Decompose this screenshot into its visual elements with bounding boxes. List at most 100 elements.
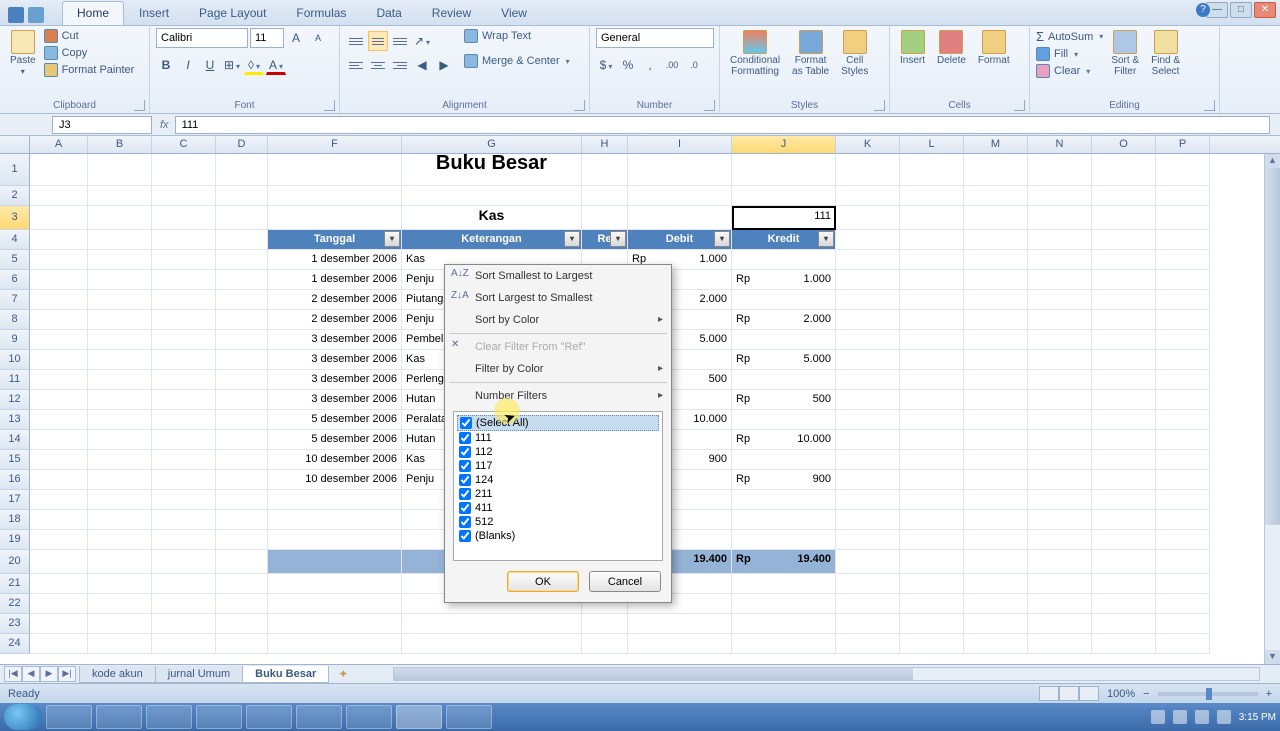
close-button[interactable]: ✕ [1254,2,1276,18]
cell[interactable] [216,614,268,634]
delete-cells-button[interactable]: Delete [933,28,970,68]
cell[interactable] [964,550,1028,574]
cell[interactable] [1156,206,1210,230]
align-bottom-button[interactable] [390,31,410,51]
zoom-in-button[interactable]: + [1266,688,1272,700]
cell[interactable] [30,310,88,330]
cell[interactable] [732,634,836,654]
cell[interactable] [268,594,402,614]
sheet-first-button[interactable]: |◀ [4,666,22,682]
cell[interactable] [836,330,900,350]
cell[interactable] [732,510,836,530]
cell[interactable] [836,154,900,186]
row-header[interactable]: 8 [0,310,30,330]
cell[interactable] [268,154,402,186]
cell[interactable] [900,594,964,614]
cell[interactable] [30,230,88,250]
cell[interactable] [964,450,1028,470]
cell[interactable] [732,614,836,634]
cell[interactable] [1156,310,1210,330]
cell[interactable] [1028,154,1092,186]
cell[interactable] [88,530,152,550]
cell[interactable] [964,390,1028,410]
cell[interactable] [88,310,152,330]
cell[interactable] [268,206,402,230]
cell[interactable] [964,490,1028,510]
cell[interactable] [628,206,732,230]
taskbar-item[interactable] [346,705,392,729]
tab-home[interactable]: Home [62,1,124,25]
cell[interactable] [1028,634,1092,654]
cell[interactable] [732,250,836,270]
tab-formulas[interactable]: Formulas [281,1,361,25]
column-header[interactable]: C [152,136,216,153]
tab-review[interactable]: Review [417,1,486,25]
cell[interactable] [836,574,900,594]
cell[interactable] [732,530,836,550]
cell[interactable] [216,390,268,410]
cell[interactable] [1028,530,1092,550]
orientation-button[interactable]: ↗ [412,31,432,51]
cell[interactable] [628,154,732,186]
cell[interactable] [900,350,964,370]
cell[interactable] [964,530,1028,550]
cell[interactable] [1028,290,1092,310]
cell[interactable] [216,206,268,230]
cell[interactable] [964,290,1028,310]
cell[interactable] [900,614,964,634]
taskbar-item[interactable] [296,705,342,729]
row-header[interactable]: 19 [0,530,30,550]
cell[interactable] [964,330,1028,350]
cell[interactable] [964,470,1028,490]
cell[interactable]: Rp5.000 [732,350,836,370]
cell-styles-button[interactable]: Cell Styles [837,28,872,79]
currency-button[interactable]: $ [596,55,616,75]
cell[interactable] [216,574,268,594]
cell[interactable] [216,230,268,250]
cell[interactable] [1156,430,1210,450]
select-all-corner[interactable] [0,136,30,153]
horizontal-scrollbar[interactable] [393,667,1260,681]
cell[interactable] [88,410,152,430]
taskbar-item[interactable] [96,705,142,729]
vertical-scrollbar[interactable]: ▲ ▼ [1264,154,1280,664]
cell[interactable] [1156,614,1210,634]
cell[interactable] [216,510,268,530]
cell[interactable] [152,186,216,206]
format-as-table-button[interactable]: Format as Table [788,28,833,79]
cell[interactable] [30,330,88,350]
cell[interactable] [964,350,1028,370]
row-header[interactable]: 9 [0,330,30,350]
cell[interactable] [1028,614,1092,634]
cell[interactable] [1092,370,1156,390]
cell[interactable] [582,154,628,186]
cell[interactable] [30,154,88,186]
cell[interactable] [964,430,1028,450]
paste-button[interactable]: Paste ▾ [6,28,40,78]
cell[interactable] [152,490,216,510]
cell[interactable]: 10 desember 2006 [268,450,402,470]
cell[interactable] [152,154,216,186]
taskbar-item[interactable] [246,705,292,729]
cell[interactable]: 5 desember 2006 [268,430,402,450]
cell[interactable] [1156,270,1210,290]
filter-by-color-item[interactable]: Filter by Color [445,358,671,380]
cell[interactable] [30,350,88,370]
cell[interactable] [1028,270,1092,290]
sheet-last-button[interactable]: ▶| [58,666,76,682]
cell[interactable] [964,250,1028,270]
cell[interactable] [628,634,732,654]
cell[interactable] [1156,230,1210,250]
filter-checkbox-item[interactable]: 211 [457,487,659,501]
cell[interactable] [30,470,88,490]
cell[interactable] [1092,186,1156,206]
wrap-text-button[interactable]: Wrap Text [464,28,570,44]
cell[interactable] [88,330,152,350]
cell[interactable] [964,410,1028,430]
taskbar-item[interactable] [146,705,192,729]
cell[interactable]: 2 desember 2006 [268,290,402,310]
cell[interactable] [836,310,900,330]
cell[interactable] [402,186,582,206]
cell[interactable] [1092,290,1156,310]
cell[interactable] [216,550,268,574]
